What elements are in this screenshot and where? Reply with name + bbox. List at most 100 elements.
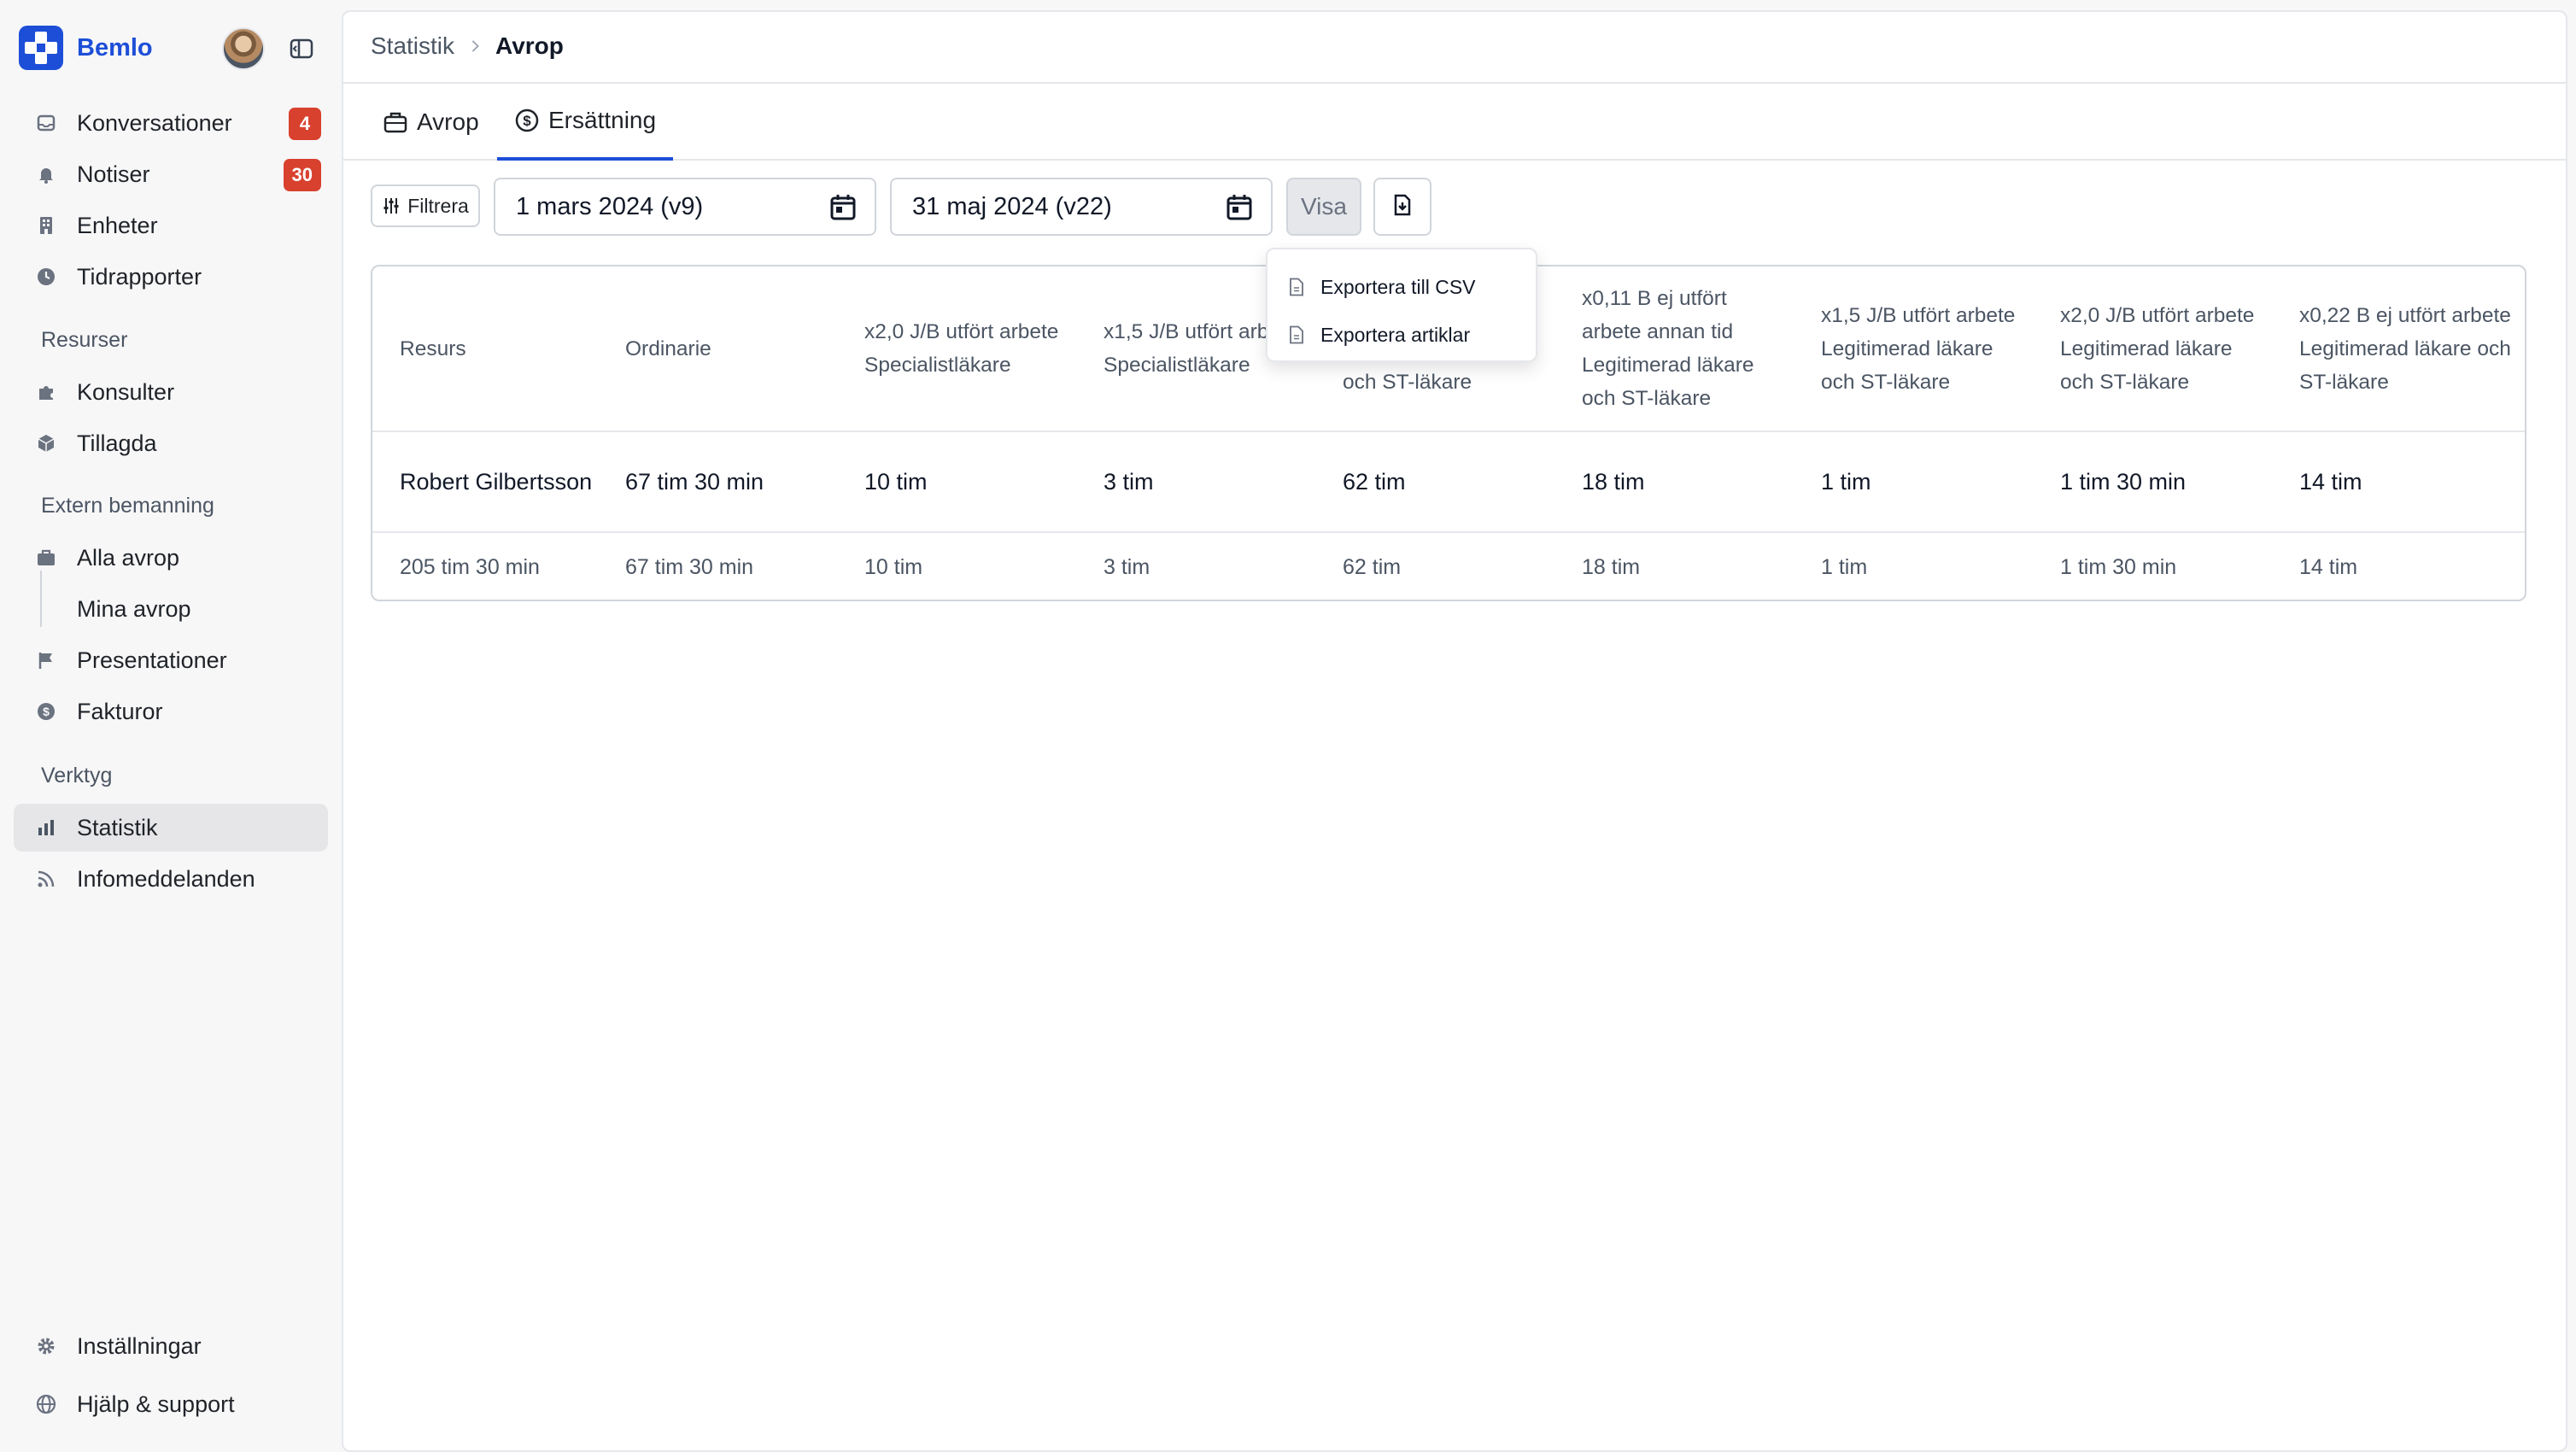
sidebar-item-alla-avrop[interactable]: Alla avrop (14, 534, 328, 582)
menu-item-label: Exportera artiklar (1320, 323, 1471, 346)
table-cell: 3 tim (1104, 469, 1154, 495)
sliders-icon (382, 196, 401, 215)
flag-icon (34, 648, 58, 672)
column-header[interactable]: x2,0 J/B utfört arbete Specialistläkare (837, 266, 1076, 430)
tab-bar: Avrop $ Ersättning (343, 84, 2566, 161)
column-header[interactable]: x2,0 J/B utfört arbete Legitimerad läkar… (2033, 266, 2272, 430)
main-panel: Statistik Avrop Avrop $ Ersättning Filtr… (342, 10, 2567, 1452)
filter-label: Filtrera (407, 194, 469, 217)
table-cell: 62 tim (1343, 469, 1406, 495)
sidebar-item-label: Tidrapporter (77, 263, 202, 290)
sidebar-item-label: Enheter (77, 212, 158, 238)
column-header[interactable]: x0,11 B ej utfört arbete annan tid Legit… (1554, 266, 1794, 430)
sidebar-item-presentationer[interactable]: Presentationer (14, 636, 328, 684)
visa-button[interactable]: Visa (1286, 178, 1361, 236)
sidebar-item-statistik[interactable]: Statistik (14, 804, 328, 852)
avatar[interactable] (222, 27, 265, 70)
end-date-field[interactable]: 31 maj 2024 (v22) (890, 178, 1273, 236)
sidebar-item-enheter[interactable]: Enheter (14, 202, 328, 249)
tab-ersattning[interactable]: $ Ersättning (497, 84, 674, 161)
menu-item-label: Exportera till CSV (1320, 275, 1476, 298)
puzzle-icon (34, 380, 58, 404)
column-header[interactable]: Resurs (372, 266, 598, 430)
sidebar-item-konversationer[interactable]: Konversationer 4 (14, 99, 328, 147)
brand-name: Bemlo (77, 33, 153, 61)
bell-icon (34, 162, 58, 186)
filter-button[interactable]: Filtrera (371, 184, 480, 227)
total-cell: 62 tim (1343, 554, 1402, 579)
sidebar-item-label: Statistik (77, 814, 158, 840)
file-icon (1288, 278, 1305, 296)
sidebar-item-notiser[interactable]: Notiser 30 (14, 150, 328, 198)
start-date-field[interactable]: 1 mars 2024 (v9) (494, 178, 876, 236)
table-cell: 1 tim 30 min (2060, 469, 2187, 495)
total-cell: 10 tim (864, 554, 923, 579)
inbox-icon (34, 111, 58, 135)
file-icon (1288, 325, 1305, 344)
briefcase-icon (34, 546, 58, 570)
table-totals-row: 205 tim 30 min 67 tim 30 min 10 tim 3 ti… (372, 533, 2525, 600)
breadcrumb-current: Avrop (495, 32, 564, 59)
bemlo-logo-icon (19, 26, 63, 70)
sidebar-item-label: Infomeddelanden (77, 865, 255, 892)
sidebar-item-tillagda[interactable]: Tillagda (14, 419, 328, 467)
table-cell: 18 tim (1582, 469, 1645, 495)
table-cell: 10 tim (864, 469, 928, 495)
table-cell: 14 tim (2299, 469, 2362, 495)
sidebar-item-label: Konversationer (77, 109, 232, 136)
chevron-right-icon (467, 40, 479, 52)
tab-avrop[interactable]: Avrop (366, 84, 496, 161)
sidebar-item-tidrapporter[interactable]: Tidrapporter (14, 253, 328, 301)
tab-label: Ersättning (548, 107, 657, 133)
sidebar-item-label: Fakturor (77, 698, 163, 724)
export-menu: Exportera till CSV Exportera artiklar (1266, 248, 1537, 362)
total-cell: 1 tim 30 min (2060, 554, 2177, 579)
submenu-line (40, 571, 42, 627)
brand[interactable]: Bemlo (19, 26, 153, 70)
sidebar-item-label: Konsulter (77, 378, 175, 405)
breadcrumb-parent[interactable]: Statistik (371, 32, 454, 60)
tab-label: Avrop (417, 108, 479, 135)
sidebar-item-label: Notiser (77, 161, 150, 187)
total-cell: 67 tim 30 min (625, 554, 754, 579)
section-label-resurser: Resurser (41, 328, 128, 352)
sidebar-item-hjalp-support[interactable]: Hjälp & support (14, 1380, 328, 1428)
sidebar-item-label: Hjälp & support (77, 1391, 235, 1417)
sidebar-item-label: Tillagda (77, 430, 157, 456)
calendar-icon[interactable] (1225, 193, 1254, 222)
end-date-value: 31 maj 2024 (v22) (912, 192, 1112, 220)
export-artiklar-menu-item[interactable]: Exportera artiklar (1288, 318, 1470, 352)
export-button[interactable] (1373, 178, 1431, 236)
gear-icon (34, 1334, 58, 1358)
calendar-icon[interactable] (828, 193, 858, 222)
total-cell: 18 tim (1582, 554, 1641, 579)
column-header[interactable]: x1,5 J/B utfört arbete Legitimerad läkar… (1794, 266, 2033, 430)
cube-icon (34, 431, 58, 455)
rss-icon (34, 867, 58, 891)
table-row[interactable]: Robert Gilbertsson 67 tim 30 min 10 tim … (372, 432, 2525, 533)
briefcase-icon (383, 109, 408, 135)
sidebar-item-infomeddelanden[interactable]: Infomeddelanden (14, 855, 328, 903)
export-csv-menu-item[interactable]: Exportera till CSV (1288, 270, 1476, 304)
sidebar-item-label: Inställningar (77, 1332, 202, 1359)
sidebar-toggle-icon[interactable] (289, 36, 314, 61)
column-header[interactable]: Ordinarie (598, 266, 837, 430)
globe-icon (34, 1392, 58, 1416)
table-cell: 1 tim (1821, 469, 1871, 495)
total-cell: 205 tim 30 min (400, 554, 540, 579)
total-cell: 14 tim (2299, 554, 2358, 579)
sidebar-item-label: Presentationer (77, 647, 227, 673)
sidebar-item-mina-avrop[interactable]: Mina avrop (14, 585, 328, 633)
sidebar-item-konsulter[interactable]: Konsulter (14, 368, 328, 416)
sidebar-item-fakturor[interactable]: $ Fakturor (14, 688, 328, 735)
top-bar: Statistik Avrop (343, 12, 2566, 84)
sidebar-item-installningar[interactable]: Inställningar (14, 1322, 328, 1370)
dollar-circle-icon: $ (514, 108, 540, 133)
total-cell: 3 tim (1104, 554, 1150, 579)
table-cell: 67 tim 30 min (625, 469, 764, 495)
breadcrumb: Statistik Avrop (371, 32, 564, 60)
unread-badge: 4 (289, 108, 321, 140)
file-download-icon (1390, 193, 1414, 221)
column-header[interactable]: x0,22 B ej utfört arbete Legitimerad läk… (2272, 266, 2525, 430)
sidebar-item-label: Mina avrop (77, 595, 191, 622)
